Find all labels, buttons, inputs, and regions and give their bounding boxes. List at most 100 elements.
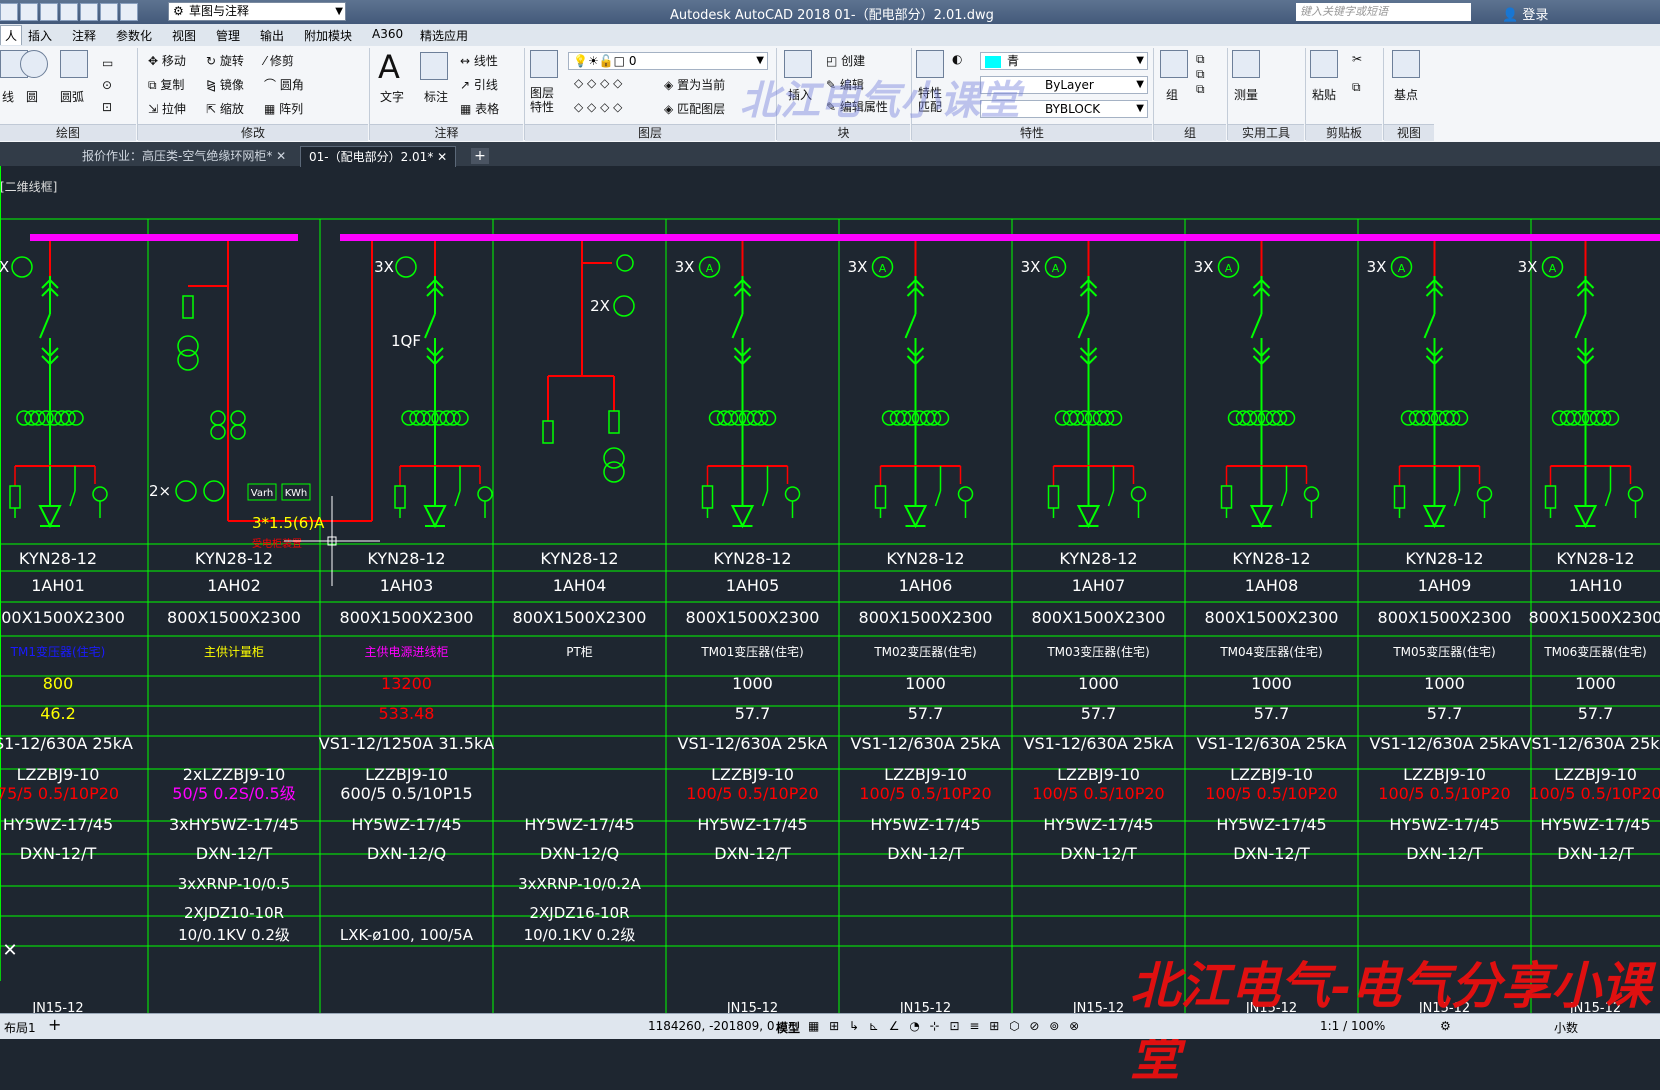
text-icon[interactable]: A: [378, 48, 400, 86]
table-cell-size: 800X1500X2300: [686, 608, 820, 627]
layer-dropdown[interactable]: 💡☀🔓□ 0 ▼: [568, 52, 768, 70]
linear-button[interactable]: ↔ 线性: [460, 52, 498, 69]
login-button[interactable]: 👤 登录: [1502, 4, 1548, 23]
group-icon[interactable]: [1160, 50, 1188, 78]
mirror-button[interactable]: ⧎ 镜像: [206, 76, 244, 93]
text-button[interactable]: 文字: [380, 88, 404, 105]
annotation-panel-label[interactable]: 注释: [370, 124, 523, 141]
arc-icon[interactable]: [60, 50, 88, 78]
group-tools-icon[interactable]: ⧉ ⧉ ⧉: [1196, 52, 1205, 97]
new-tab-button[interactable]: +: [471, 148, 489, 164]
search-input[interactable]: 键入关键字或短语: [1296, 3, 1471, 21]
tab-output[interactable]: 输出: [260, 27, 284, 44]
move-button[interactable]: ✥ 移动: [148, 52, 186, 69]
chevron-down-icon: ▼: [1136, 55, 1144, 66]
fillet-button[interactable]: ⌒ 圆角: [264, 76, 304, 93]
fuse-symbol: [1544, 485, 1557, 509]
print-icon[interactable]: [80, 3, 98, 21]
group-button[interactable]: 组: [1166, 86, 1178, 103]
layer-properties-icon[interactable]: [530, 50, 558, 78]
add-layout-icon[interactable]: +: [48, 1015, 61, 1034]
redo-icon[interactable]: [120, 3, 138, 21]
dimension-icon[interactable]: [420, 52, 448, 80]
layer-tools2-icon[interactable]: ◇ ◇ ◇ ◇: [574, 100, 622, 114]
ammeter-letter: A: [1398, 262, 1406, 275]
units-display[interactable]: 小数: [1554, 1019, 1578, 1036]
close-icon[interactable]: ✕: [276, 149, 286, 163]
base-view-icon[interactable]: [1392, 50, 1420, 78]
gear-icon[interactable]: ⚙: [1440, 1019, 1451, 1033]
dimension-button[interactable]: 标注: [424, 88, 448, 105]
tab-featured-apps[interactable]: 精选应用: [420, 27, 468, 44]
measure-button[interactable]: 测量: [1234, 86, 1258, 103]
workspace-dropdown[interactable]: ⚙ 草图与注释 ▼: [168, 2, 346, 21]
save-as-icon[interactable]: [60, 3, 78, 21]
close-icon[interactable]: ✕: [437, 150, 447, 164]
region-icon[interactable]: ⊡: [102, 100, 112, 114]
undo-icon[interactable]: [100, 3, 118, 21]
layer-properties-button[interactable]: 图层 特性: [530, 86, 554, 114]
copy-button[interactable]: ⧉ 复制: [148, 76, 184, 93]
view-panel-label[interactable]: 视图: [1384, 124, 1434, 141]
status-toggles-icon[interactable]: ▦ ⊞ ↳ ⊾ ∠ ◔ ⊹ ⊡ ≡ ⊞ ⬡ ⊘ ⊚ ⊗: [808, 1019, 1082, 1033]
groups-panel-label[interactable]: 组: [1154, 124, 1226, 141]
arc-button[interactable]: 圆弧: [60, 88, 84, 105]
open-file-icon[interactable]: [20, 3, 38, 21]
clipboard-panel-label[interactable]: 剪贴板: [1306, 124, 1382, 141]
layers-panel-label[interactable]: 图层: [525, 124, 775, 141]
table-cell-type: KYN28-12: [713, 549, 791, 568]
set-current-button[interactable]: ◈ 置为当前: [664, 76, 725, 93]
paste-icon[interactable]: [1310, 50, 1338, 78]
tab-home[interactable]: 人: [0, 25, 23, 45]
tab-view[interactable]: 视图: [172, 27, 196, 44]
create-block-button[interactable]: ◰ 创建: [826, 52, 865, 69]
annotation-scale[interactable]: 1:1 / 100%: [1320, 1019, 1385, 1033]
new-file-icon[interactable]: [0, 3, 18, 21]
tab-addins[interactable]: 附加模块: [304, 27, 352, 44]
tab-manage[interactable]: 管理: [216, 27, 240, 44]
rotate-button[interactable]: ↻ 旋转: [206, 52, 244, 69]
rectangle-icon[interactable]: ▭: [102, 56, 113, 70]
tab-parametric[interactable]: 参数化: [116, 27, 152, 44]
properties-panel-label[interactable]: 特性: [912, 124, 1152, 141]
stretch-button[interactable]: ⇲ 拉伸: [148, 100, 186, 117]
utilities-panel-label[interactable]: 实用工具: [1228, 124, 1304, 141]
table-cell-ct_ratio: 100/5 0.5/10P20: [1529, 784, 1660, 803]
layout-tab[interactable]: 布局1: [4, 1019, 36, 1036]
block-panel-label[interactable]: 块: [777, 124, 910, 141]
leader-button[interactable]: ↗ 引线: [460, 76, 498, 93]
measure-icon[interactable]: [1232, 50, 1260, 78]
save-icon[interactable]: [40, 3, 58, 21]
earth-switch: [761, 490, 769, 507]
fillet-icon: ⌒: [264, 78, 277, 92]
cut-icon[interactable]: ✂ ⧉: [1352, 52, 1362, 95]
set-current-icon: ◈: [664, 78, 674, 92]
tab-annotate[interactable]: 注释: [72, 27, 96, 44]
base-button[interactable]: 基点: [1394, 86, 1418, 103]
layer-tools-icon[interactable]: ◇ ◇ ◇ ◇: [574, 76, 622, 90]
scale-button[interactable]: ⇱ 缩放: [206, 100, 244, 117]
breaker-contact: [731, 313, 744, 339]
circle-button[interactable]: 圆: [26, 88, 38, 105]
hatch-icon[interactable]: ⊙: [102, 78, 112, 92]
line-button[interactable]: 线: [2, 88, 14, 105]
paste-button[interactable]: 粘贴: [1312, 86, 1336, 103]
model-space-button[interactable]: 模型: [776, 1019, 800, 1036]
color-wheel-icon[interactable]: ◐: [952, 52, 962, 66]
drawing-canvas[interactable]: KYN28-12 KYN28-12 KYN28-12 KYN28-12 KYN28-12…: [0, 166, 1660, 1013]
table-button[interactable]: ▦ 表格: [460, 100, 499, 117]
meter-kwh-label: KWh: [285, 488, 307, 499]
trim-button[interactable]: ⁄ 修剪: [264, 52, 294, 69]
color-name: 青: [1007, 54, 1020, 68]
stretch-label: 拉伸: [161, 102, 186, 116]
draw-panel-label[interactable]: 绘图: [0, 124, 136, 141]
array-button[interactable]: ▦ 阵列: [264, 100, 303, 117]
doc-tab-current[interactable]: 01-（配电部分）2.01* ✕: [300, 146, 457, 167]
tab-a360[interactable]: A360: [372, 27, 403, 41]
tab-insert[interactable]: 插入: [28, 27, 52, 44]
coordinates: 1184260, -201809, 0: [648, 1019, 775, 1033]
doc-tab-quote[interactable]: 报价作业：高压类-空气绝缘环网柜* ✕: [74, 146, 294, 166]
circle-icon[interactable]: [20, 50, 48, 78]
modify-panel-label[interactable]: 修改: [138, 124, 368, 141]
match-layer-button[interactable]: ◈ 匹配图层: [664, 100, 725, 117]
